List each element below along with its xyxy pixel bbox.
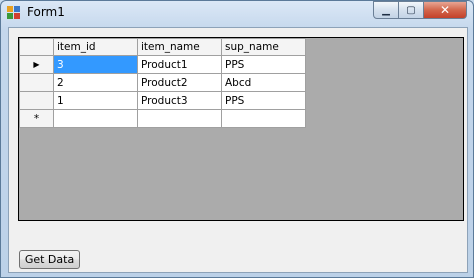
title-bar[interactable]: Form1 ▁ ▢ ✕ [1,1,473,25]
window-title: Form1 [27,5,65,19]
minimize-icon: ▁ [382,4,390,16]
column-header-sup-name[interactable]: sup_name [221,38,306,56]
close-icon: ✕ [439,3,451,17]
cell-sup-name[interactable]: Abcd [221,73,306,92]
column-header-item-name[interactable]: item_name [137,38,222,56]
maximize-icon: ▢ [406,4,416,16]
cell-item-name[interactable]: Product2 [137,73,222,92]
cell-item-name[interactable]: Product3 [137,91,222,110]
cell-sup-name[interactable]: PPS [221,55,306,74]
new-row-asterisk-icon[interactable]: * [19,109,54,128]
new-row: * [19,109,306,128]
maximize-button[interactable]: ▢ [399,1,424,19]
form1-window: Form1 ▁ ▢ ✕ item_id item_name sup_name ▶… [0,0,474,278]
header-row: item_id item_name sup_name [19,38,306,56]
get-data-button[interactable]: Get Data [19,250,80,269]
column-header-item-id[interactable]: item_id [53,38,138,56]
cell-sup-name[interactable] [221,109,306,128]
cell-item-id[interactable] [53,109,138,128]
cell-item-id[interactable]: 2 [53,73,138,92]
cell-item-id[interactable]: 1 [53,91,138,110]
window-controls: ▁ ▢ ✕ [373,1,467,20]
grid-table: item_id item_name sup_name ▶ 3 Product1 … [19,38,306,128]
cell-item-name[interactable]: Product1 [137,55,222,74]
form-client-area: item_id item_name sup_name ▶ 3 Product1 … [8,27,468,273]
minimize-button[interactable]: ▁ [373,1,399,19]
close-button[interactable]: ✕ [424,1,467,19]
table-row: ▶ 3 Product1 PPS [19,55,306,74]
cell-item-name[interactable] [137,109,222,128]
table-row: 2 Product2 Abcd [19,73,306,92]
cell-sup-name[interactable]: PPS [221,91,306,110]
corner-header[interactable] [19,38,54,56]
app-icon [7,6,21,20]
row-header[interactable] [19,73,54,92]
data-grid-view[interactable]: item_id item_name sup_name ▶ 3 Product1 … [18,37,464,221]
row-header[interactable] [19,91,54,110]
current-row-arrow-icon[interactable]: ▶ [19,55,54,74]
cell-item-id[interactable]: 3 [53,55,138,74]
table-row: 1 Product3 PPS [19,91,306,110]
